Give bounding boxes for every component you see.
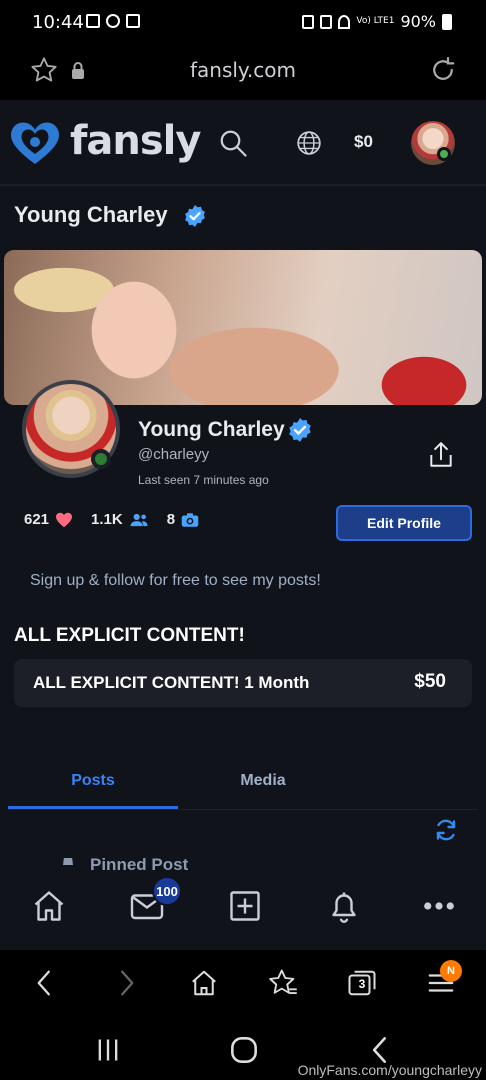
wifi-icon (338, 14, 351, 29)
subscription-tier-card[interactable]: ALL EXPLICIT CONTENT! 1 Month $50 (14, 659, 472, 707)
display-name: Young Charley (138, 418, 285, 441)
media-count: 8 (166, 511, 176, 528)
users-icon (130, 513, 148, 526)
heart-icon (56, 512, 73, 527)
create-post-icon[interactable] (227, 888, 263, 924)
recent-apps-icon[interactable] (94, 1036, 122, 1064)
logo-text[interactable]: fansly (70, 118, 201, 164)
browser-toolbar: 3 N (0, 950, 486, 1020)
edit-profile-button[interactable]: Edit Profile (336, 505, 472, 541)
subscription-heading: ALL EXPLICIT CONTENT! (14, 625, 245, 646)
network-label: Vo) LTE1 (356, 16, 395, 26)
followers-stat: 1.1K (91, 511, 149, 528)
site-header: fansly $0 (0, 100, 486, 186)
system-home-icon[interactable] (230, 1036, 258, 1064)
likes-stat: 621 (24, 511, 73, 528)
tab-media[interactable]: Media (178, 772, 348, 790)
home-icon[interactable] (189, 968, 219, 998)
globe-icon[interactable] (296, 130, 322, 156)
refresh-icon[interactable] (434, 818, 458, 842)
verified-badge-icon (185, 205, 205, 227)
site-bottom-nav: 100 (0, 870, 486, 950)
system-status: Vo) LTE1 90% (302, 12, 452, 31)
mute-icon (320, 14, 333, 29)
tier-name: ALL EXPLICIT CONTENT! 1 Month (33, 673, 310, 692)
web-page: fansly $0 Young Charley Young Charley @c… (0, 100, 486, 950)
battery-percent: 90% (400, 12, 436, 31)
watermark-text: OnlyFans.com/youngcharleyy (297, 1062, 482, 1078)
active-tab-indicator (8, 806, 178, 809)
signup-prompt: Sign up & follow for free to see my post… (30, 572, 321, 589)
verified-badge-icon (289, 418, 311, 442)
url-field[interactable]: fansly.com (0, 58, 486, 82)
followers-count: 1.1K (91, 511, 123, 528)
last-seen-status: Last seen 7 minutes ago (138, 473, 269, 487)
bookmarks-star-icon[interactable] (268, 968, 298, 998)
page-title: Young Charley (14, 202, 168, 227)
likes-count: 621 (24, 511, 50, 528)
tab-count: 3 (358, 977, 366, 991)
tier-price: $50 (414, 671, 446, 692)
browser-url-bar: fansly.com (0, 44, 486, 100)
profile-stats: 621 1.1K 8 (24, 511, 217, 528)
status-time: 10:44 (32, 12, 84, 33)
online-status-dot (437, 147, 451, 161)
share-icon[interactable] (428, 441, 454, 469)
more-options-icon[interactable] (421, 888, 457, 924)
forward-arrow-icon[interactable] (111, 968, 141, 998)
tab-posts[interactable]: Posts (8, 772, 178, 790)
home-icon[interactable] (31, 888, 67, 924)
messages-count-badge: 100 (152, 876, 182, 906)
app-notification-icon (126, 14, 140, 28)
reload-icon[interactable] (428, 55, 458, 85)
back-arrow-icon[interactable] (30, 968, 60, 998)
media-stat: 8 (167, 511, 199, 528)
notifications-bell-icon[interactable] (326, 888, 362, 924)
search-icon[interactable] (218, 128, 248, 158)
battery-icon (442, 13, 452, 30)
online-status-dot (91, 449, 111, 469)
wallet-balance[interactable]: $0 (354, 132, 373, 152)
system-navigation-bar: OnlyFans.com/youngcharleyy (0, 1020, 486, 1080)
camera-icon (181, 512, 199, 527)
menu-notification-badge: N (440, 960, 462, 982)
gallery-icon (86, 14, 100, 28)
notification-icons (86, 14, 140, 28)
username: @charleyy (138, 446, 210, 463)
status-bar: 10:44 Vo) LTE1 90% (0, 0, 486, 44)
sync-icon (106, 14, 120, 28)
content-tabs: Posts Media (8, 758, 478, 810)
fansly-logo-icon[interactable] (6, 118, 64, 168)
system-back-icon[interactable] (366, 1036, 394, 1064)
alarm-icon (302, 14, 315, 29)
